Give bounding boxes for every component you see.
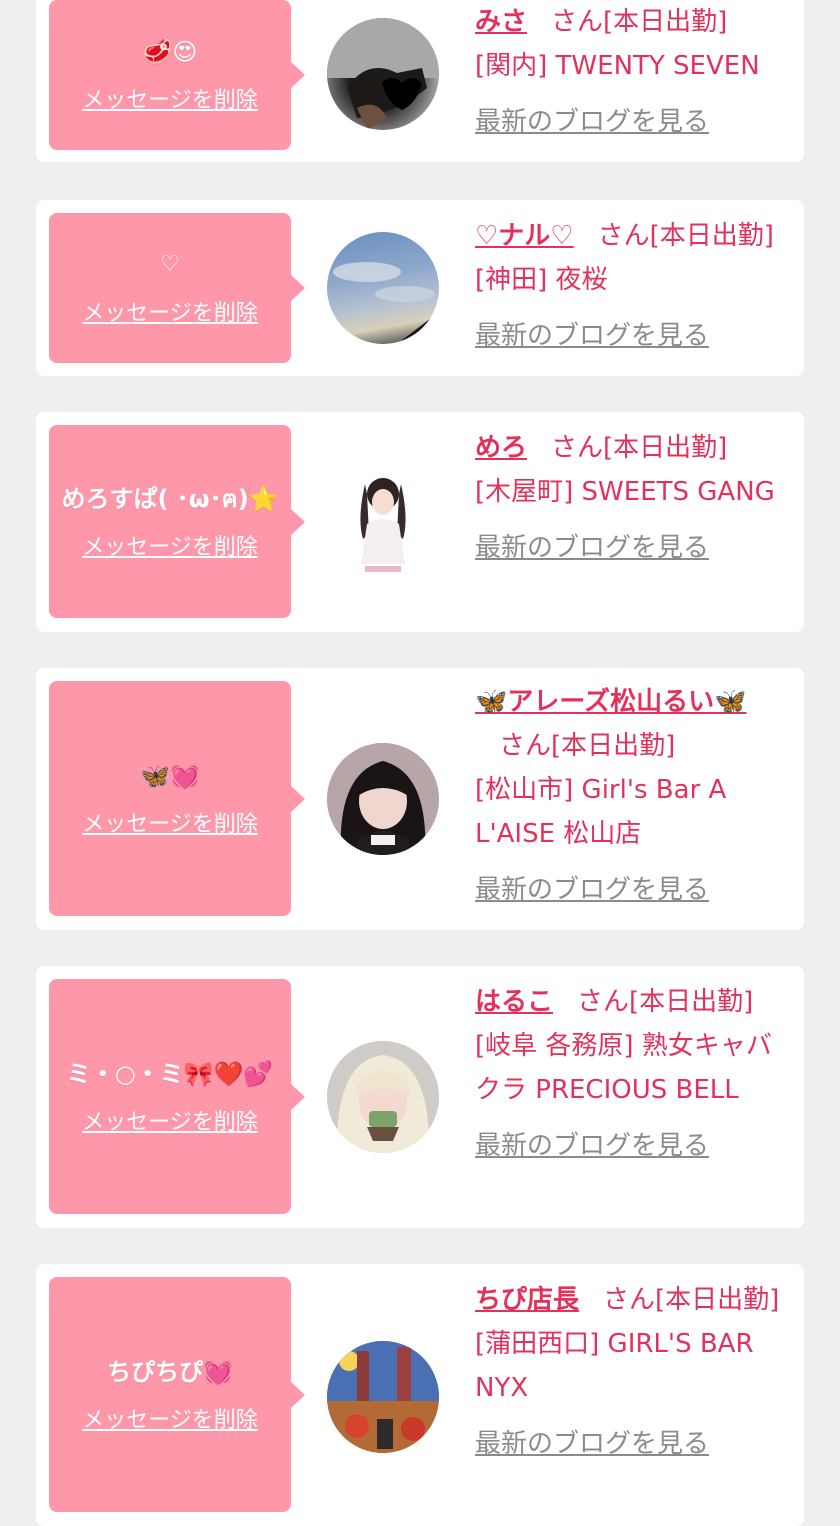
message-card: ♡ メッセージを削除 ♡ナル♡ さん[本日出勤] [神田] 夜桜 最新のブログを見… — [36, 200, 804, 376]
message-bubble: 🥩😍 メッセージを削除 — [49, 0, 305, 150]
cast-info: ♡ナル♡ さん[本日出勤] [神田] 夜桜 最新のブログを見る — [475, 214, 795, 358]
latest-blog-link[interactable]: 最新のブログを見る — [475, 868, 709, 912]
delete-message-link[interactable]: メッセージを削除 — [82, 806, 258, 838]
message-card: ちぴちぴ💓 メッセージを削除 ちぴ店長 さん[本日出勤] [蒲田西口] GIRL'… — [36, 1264, 804, 1526]
status-text: さん[本日出勤] — [603, 1285, 780, 1315]
shop-name: [岐阜 各務原] 熟女キャバクラ PRECIOUS BELL — [475, 1031, 772, 1105]
avatar[interactable] — [327, 464, 439, 576]
delete-message-link[interactable]: メッセージを削除 — [82, 1402, 258, 1434]
cast-info: ちぴ店長 さん[本日出勤] [蒲田西口] GIRL'S BAR NYX 最新のブロ… — [475, 1278, 795, 1466]
cast-name-link[interactable]: はるこ — [475, 987, 553, 1017]
shop-name: [木屋町] SWEETS GANG — [475, 477, 775, 507]
message-bubble: ♡ メッセージを削除 — [49, 213, 305, 363]
avatar[interactable] — [327, 18, 439, 130]
avatar[interactable] — [327, 1341, 439, 1453]
shop-name: [蒲田西口] GIRL'S BAR NYX — [475, 1329, 754, 1403]
shop-name: [関内] TWENTY SEVEN — [475, 51, 760, 81]
cast-name-link[interactable]: みさ — [475, 7, 527, 37]
status-text: さん[本日出勤] — [499, 731, 676, 761]
status-text: さん[本日出勤] — [551, 433, 728, 463]
message-text: ちぴちぴ💓 — [107, 1357, 233, 1386]
message-bubble: ミ・○・ミ🎀❤️💕 メッセージを削除 — [49, 979, 305, 1214]
avatar[interactable] — [327, 743, 439, 855]
message-bubble: 🦋💓 メッセージを削除 — [49, 681, 305, 916]
delete-message-link[interactable]: メッセージを削除 — [82, 295, 258, 327]
message-text: ミ・○・ミ🎀❤️💕 — [66, 1059, 274, 1088]
cast-name-link[interactable]: ♡ナル♡ — [475, 221, 574, 251]
message-bubble: ちぴちぴ💓 メッセージを削除 — [49, 1277, 305, 1512]
cast-name-link[interactable]: めろ — [475, 433, 527, 463]
message-text: めろすぱ( ･ω･ฅ)⭐ — [61, 484, 279, 513]
avatar-photo — [327, 18, 439, 130]
latest-blog-link[interactable]: 最新のブログを見る — [475, 1124, 709, 1168]
message-card: 🥩😍 メッセージを削除 みさ さん[本日出勤] [関内] TWENTY SEVEN… — [36, 0, 804, 162]
delete-message-link[interactable]: メッセージを削除 — [82, 82, 258, 114]
delete-message-link[interactable]: メッセージを削除 — [82, 529, 258, 561]
cast-name-link[interactable]: 🦋アレーズ松山るい🦋 — [475, 687, 746, 717]
message-card: 🦋💓 メッセージを削除 🦋アレーズ松山るい🦋 さん[本日出勤] [松山市] Gir… — [36, 668, 804, 930]
latest-blog-link[interactable]: 最新のブログを見る — [475, 100, 709, 144]
avatar[interactable] — [327, 1041, 439, 1153]
avatar-photo — [327, 1041, 439, 1153]
delete-message-link[interactable]: メッセージを削除 — [82, 1104, 258, 1136]
avatar-photo — [327, 743, 439, 855]
latest-blog-link[interactable]: 最新のブログを見る — [475, 526, 709, 570]
message-card: ミ・○・ミ🎀❤️💕 メッセージを削除 はるこ さん[本日出勤] [岐阜 各務原] … — [36, 966, 804, 1228]
message-card: めろすぱ( ･ω･ฅ)⭐ メッセージを削除 めろ さん[本日出勤] [木屋町] S… — [36, 412, 804, 632]
shop-name: [神田] 夜桜 — [475, 265, 608, 295]
message-bubble: めろすぱ( ･ω･ฅ)⭐ メッセージを削除 — [49, 425, 305, 618]
message-text: ♡ — [160, 252, 180, 277]
cast-name-link[interactable]: ちぴ店長 — [475, 1285, 579, 1315]
avatar-photo — [327, 1341, 439, 1453]
shop-name: [松山市] Girl's Bar A L'AISE 松山店 — [475, 775, 727, 849]
message-text: 🥩😍 — [142, 38, 198, 66]
avatar-photo — [360, 478, 406, 572]
cast-info: めろ さん[本日出勤] [木屋町] SWEETS GANG 最新のブログを見る — [475, 426, 795, 570]
status-text: さん[本日出勤] — [577, 987, 754, 1017]
latest-blog-link[interactable]: 最新のブログを見る — [475, 314, 709, 358]
cast-info: はるこ さん[本日出勤] [岐阜 各務原] 熟女キャバクラ PRECIOUS BE… — [475, 980, 795, 1168]
avatar[interactable] — [327, 232, 439, 344]
message-text: 🦋💓 — [140, 761, 200, 790]
cast-info: 🦋アレーズ松山るい🦋 さん[本日出勤] [松山市] Girl's Bar A L'… — [475, 680, 795, 912]
latest-blog-link[interactable]: 最新のブログを見る — [475, 1422, 709, 1466]
status-text: さん[本日出勤] — [597, 221, 774, 251]
status-text: さん[本日出勤] — [551, 7, 728, 37]
avatar-photo — [333, 262, 439, 344]
cast-info: みさ さん[本日出勤] [関内] TWENTY SEVEN 最新のブログを見る — [475, 0, 795, 144]
